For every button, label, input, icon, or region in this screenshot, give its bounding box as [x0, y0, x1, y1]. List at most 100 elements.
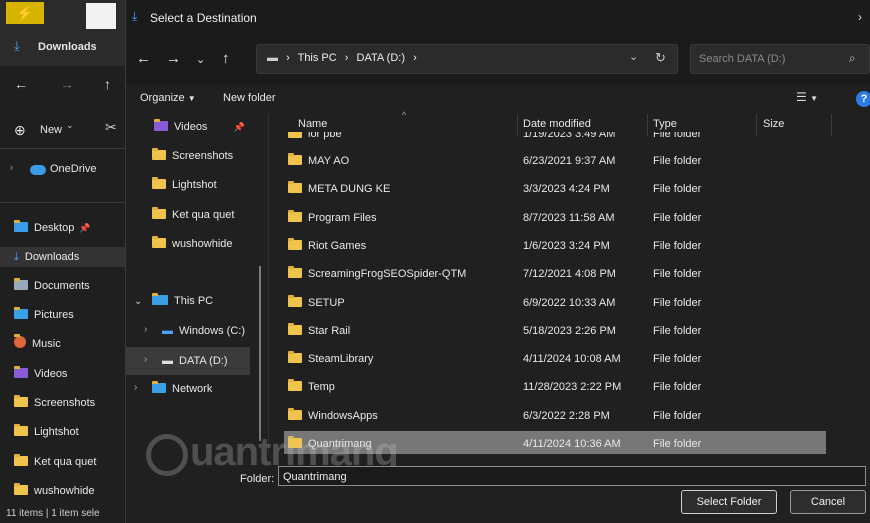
type-cell: File folder: [653, 353, 702, 366]
search-icon[interactable]: ⌕: [849, 51, 856, 66]
folder-icon: [14, 395, 28, 407]
select-folder-button[interactable]: Select Folder: [681, 490, 777, 514]
up-arrow-icon[interactable]: ↑: [104, 76, 111, 92]
back-arrow-icon[interactable]: ←: [136, 50, 151, 67]
download-icon: ⤓: [14, 251, 19, 263]
folder-icon: [288, 153, 302, 165]
up-arrow-icon[interactable]: ↑: [222, 50, 230, 67]
onedrive-label[interactable]: OneDrive: [50, 163, 96, 175]
help-icon[interactable]: ?: [856, 91, 870, 107]
file-row[interactable]: SteamLibrary 4/11/2024 10:08 AM File folde…: [284, 346, 826, 374]
quick-access-downloads[interactable]: ⤓ Downloads: [0, 247, 125, 267]
folder-icon: [288, 209, 302, 222]
videos-icon: [14, 366, 28, 378]
type-cell: File folder: [653, 409, 702, 422]
desktop-icon: [14, 220, 28, 232]
date-modified-cell: 8/7/2023 11:58 AM: [523, 211, 615, 224]
file-row[interactable]: Program Files 8/7/2023 11:58 AM File folde…: [284, 205, 826, 233]
quick-access-documents[interactable]: Documents: [14, 276, 90, 296]
recent-chevron-icon[interactable]: ⌄: [196, 53, 205, 66]
file-row[interactable]: Riot Games 1/6/2023 3:24 PM File folder: [284, 233, 826, 261]
folder-icon: [152, 207, 166, 219]
file-row-partial[interactable]: ior pbe 1/19/2023 3:49 AM File folder: [284, 132, 826, 140]
documents-icon: [14, 278, 28, 290]
status-bar: 11 items | 1 item sele: [6, 508, 100, 519]
background-tab-label[interactable]: Downloads: [38, 41, 97, 53]
file-row[interactable]: WindowsApps 6/3/2022 2:28 PM File folder: [284, 403, 826, 431]
nav-item-wushowhide[interactable]: wushowhide: [152, 233, 233, 255]
back-arrow-icon[interactable]: ←: [14, 76, 28, 92]
file-name-cell: Star Rail: [288, 322, 350, 337]
new-plus-icon[interactable]: ⊕: [14, 122, 26, 139]
nav-scrollbar[interactable]: [259, 266, 261, 441]
cancel-button[interactable]: Cancel: [790, 490, 866, 514]
nav-item-windows-c[interactable]: ▬ Windows (C:): [162, 320, 245, 342]
cut-icon[interactable]: ✂: [105, 119, 117, 136]
expand-chevron-icon[interactable]: ›: [144, 354, 147, 365]
new-folder-button[interactable]: New folder: [223, 92, 276, 104]
type-cell: File folder: [653, 183, 702, 196]
forward-arrow-icon[interactable]: →: [166, 50, 181, 67]
file-name-cell: Program Files: [288, 209, 376, 224]
download-icon: ⤓: [132, 9, 138, 23]
nav-item-screenshots[interactable]: Screenshots: [152, 145, 233, 167]
file-row[interactable]: SETUP 6/9/2022 10:33 AM File folder: [284, 290, 826, 318]
nav-item-ket-qua-quet[interactable]: Ket qua quet: [152, 204, 234, 226]
address-dropdown-icon[interactable]: ⌄: [629, 50, 638, 63]
view-options-icon[interactable]: ☰ ▼: [796, 90, 818, 104]
folder-icon: [288, 379, 302, 392]
expand-chevron-icon[interactable]: ›: [10, 162, 13, 172]
nav-item-lightshot[interactable]: Lightshot: [152, 174, 217, 196]
breadcrumb-this-pc[interactable]: This PC: [298, 52, 337, 64]
nav-item-this-pc[interactable]: This PC: [152, 290, 213, 312]
nav-item-data-d[interactable]: ▬ DATA (D:): [162, 350, 227, 372]
breadcrumb-data-d[interactable]: DATA (D:): [357, 52, 405, 64]
quick-access-pictures[interactable]: Pictures: [14, 305, 74, 325]
file-row[interactable]: ScreamingFrogSEOSpider-QTM 7/12/2021 4:08…: [284, 261, 826, 289]
new-button[interactable]: New: [40, 124, 62, 136]
date-modified-cell: 7/12/2021 4:08 PM: [523, 268, 616, 281]
refresh-icon[interactable]: ↻: [655, 50, 666, 66]
download-icon: ⤓: [14, 38, 20, 53]
quick-access-ket-qua-quet[interactable]: Ket qua quet: [14, 452, 96, 472]
nav-item-network[interactable]: Network: [152, 378, 212, 400]
search-input[interactable]: Search DATA (D:): [699, 53, 785, 65]
folder-input[interactable]: Quantrimang: [278, 466, 866, 486]
close-icon[interactable]: ›: [858, 10, 862, 24]
quick-access-music[interactable]: Music: [14, 334, 61, 354]
quick-access-lightshot[interactable]: Lightshot: [14, 422, 79, 442]
type-cell: File folder: [653, 324, 702, 337]
nav-item-videos[interactable]: Videos 📌: [154, 116, 245, 138]
type-cell: File folder: [653, 268, 702, 281]
folder-icon: [288, 132, 302, 138]
select-destination-dialog: ⤓ Select a Destination › ← → ⌄ ↑ ▬ › Thi…: [125, 0, 870, 523]
file-row[interactable]: MAY AO 6/23/2021 9:37 AM File folder: [284, 148, 826, 176]
quick-access-wushowhide[interactable]: wushowhide: [14, 481, 95, 501]
search-box[interactable]: Search DATA (D:) ⌕: [690, 44, 870, 74]
collapse-chevron-icon[interactable]: ⌄: [134, 296, 142, 307]
quick-access-screenshots[interactable]: Screenshots: [14, 393, 95, 413]
forward-arrow-icon[interactable]: →: [60, 76, 74, 92]
type-cell: File folder: [653, 438, 702, 450]
date-modified-cell: 4/11/2024 10:36 AM: [523, 438, 621, 450]
organize-button[interactable]: Organize ▼: [140, 92, 196, 104]
address-bar[interactable]: ▬ › This PC › DATA (D:) › ⌄ ↻: [256, 44, 678, 74]
column-divider[interactable]: [831, 114, 832, 136]
divider: [0, 148, 125, 149]
drive-icon: ▬: [267, 52, 278, 64]
folder-icon: [152, 236, 166, 248]
file-row[interactable]: META DUNG KE 3/3/2023 4:24 PM File folder: [284, 176, 826, 204]
expand-chevron-icon[interactable]: ›: [144, 324, 147, 335]
file-row[interactable]: Star Rail 5/18/2023 2:26 PM File folder: [284, 318, 826, 346]
chevron-right-icon: ›: [344, 52, 349, 64]
file-row[interactable]: Temp 11/28/2023 2:22 PM File folder: [284, 374, 826, 402]
pictures-icon: [14, 307, 28, 319]
folder-icon: [288, 181, 302, 194]
quick-access-desktop[interactable]: Desktop 📌: [14, 218, 90, 238]
chevron-down-icon[interactable]: ⌄: [66, 120, 74, 131]
date-modified-cell: 3/3/2023 4:24 PM: [523, 183, 610, 196]
expand-chevron-icon[interactable]: ›: [134, 382, 137, 393]
quick-access-videos[interactable]: Videos: [14, 364, 67, 384]
folder-icon: [288, 351, 302, 364]
date-modified-cell: 1/6/2023 3:24 PM: [523, 239, 610, 252]
